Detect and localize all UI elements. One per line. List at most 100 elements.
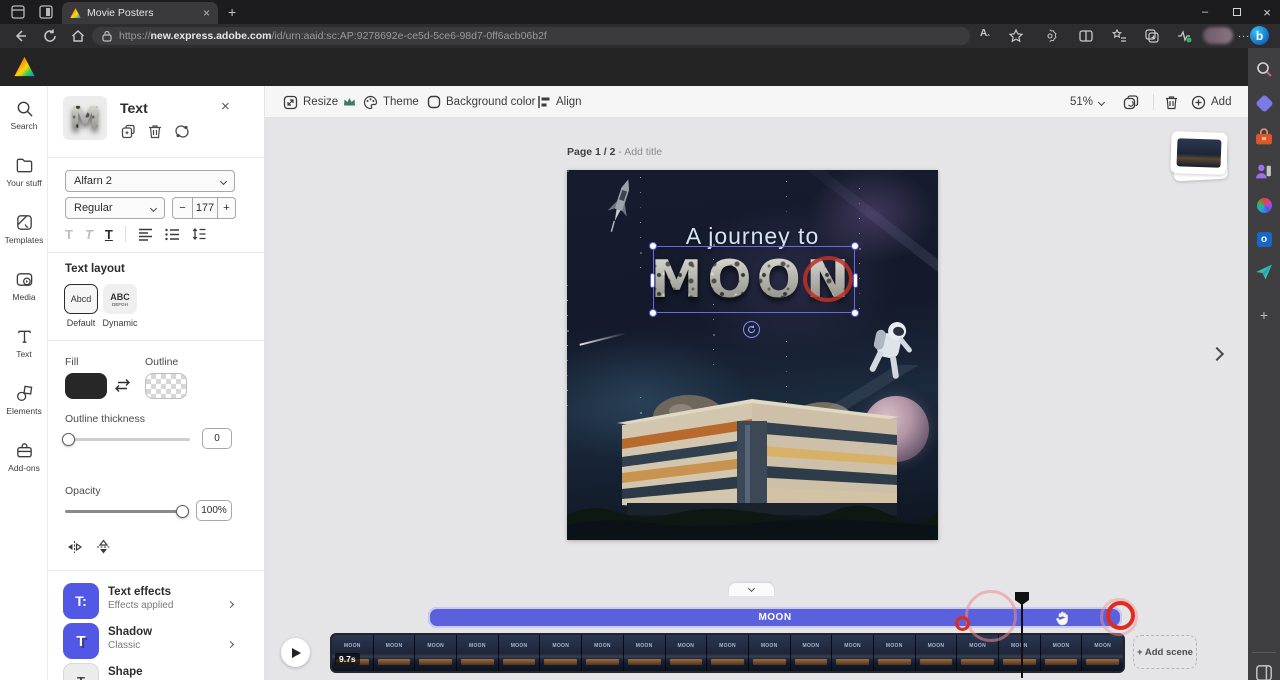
canvas-area[interactable]: Page 1 / 2 - Add title A journey to MOON (265, 118, 1248, 680)
selection-handle-se[interactable] (851, 309, 859, 317)
edge-search-icon[interactable] (1255, 60, 1273, 78)
sidebar-item-add-ons[interactable]: Add-ons (0, 428, 48, 485)
filmstrip-frame[interactable]: MOON (666, 635, 708, 671)
edge-shopping-icon[interactable] (1255, 94, 1273, 112)
font-weight-select[interactable]: Regular (65, 197, 165, 219)
read-aloud-icon[interactable]: A‸ (980, 28, 996, 44)
edge-m365-icon[interactable] (1255, 196, 1273, 214)
filmstrip-frame[interactable]: MOON (749, 635, 791, 671)
layout-default-tile[interactable]: Abcd (64, 284, 98, 314)
filmstrip-frame[interactable]: MOON (457, 635, 499, 671)
next-page-chevron[interactable] (1212, 346, 1222, 364)
filmstrip-frame[interactable]: MOON (582, 635, 624, 671)
underline-button[interactable]: T (105, 227, 113, 242)
sidebar-item-elements[interactable]: Elements (0, 371, 48, 428)
swap-fill-outline-icon[interactable] (114, 378, 131, 393)
filmstrip-frame[interactable]: MOON (415, 635, 457, 671)
favorites-star-icon[interactable] (1008, 28, 1024, 44)
filmstrip-frame[interactable]: MOON (916, 635, 958, 671)
font-size-value[interactable]: 177 (192, 198, 218, 218)
page-indicator[interactable]: Page 1 / 2 - Add title (567, 146, 662, 158)
filmstrip-frame[interactable]: MOON (1082, 635, 1124, 671)
font-size-decrease-button[interactable]: − (173, 198, 192, 218)
fill-color-swatch[interactable] (65, 373, 107, 399)
sidebar-item-search[interactable]: Search (0, 86, 48, 143)
font-family-select[interactable]: Alfarn 2 (65, 170, 235, 192)
selection-handle-w[interactable] (650, 273, 655, 288)
browser-essentials-icon[interactable] (1176, 28, 1192, 44)
tab-actions-icon[interactable] (38, 4, 54, 20)
tab-close-icon[interactable]: × (203, 7, 210, 19)
sidebar-item-your-stuff[interactable]: Your stuff (0, 143, 48, 200)
delete-page-icon[interactable] (1165, 95, 1178, 110)
playhead-line[interactable] (1021, 597, 1023, 678)
edge-people-icon[interactable] (1255, 162, 1273, 180)
adobe-express-logo[interactable] (14, 56, 35, 77)
align-text-icon[interactable] (138, 228, 153, 241)
sidebar-item-text[interactable]: Text (0, 314, 48, 371)
flip-vertical-icon[interactable] (96, 539, 111, 555)
background-color-button[interactable]: Background color (427, 86, 536, 118)
filmstrip-frame[interactable]: MOON (374, 635, 416, 671)
sidebar-item-media[interactable]: Media (0, 257, 48, 314)
line-spacing-icon[interactable] (192, 227, 206, 241)
theme-button[interactable]: Theme (363, 86, 419, 118)
edge-add-icon[interactable]: + (1255, 306, 1273, 324)
filmstrip-frame[interactable]: MOON (999, 635, 1041, 671)
resize-button[interactable]: Resize (283, 86, 356, 118)
sidebar-item-templates[interactable]: Templates (0, 200, 48, 257)
profile-avatar[interactable] (1203, 27, 1233, 44)
poster-page[interactable]: A journey to MOON (567, 170, 938, 540)
duplicate-icon[interactable] (121, 124, 136, 139)
delete-icon[interactable] (148, 124, 162, 139)
browser-tab[interactable]: Movie Posters × (62, 2, 218, 24)
selection-handle-e[interactable] (853, 273, 858, 288)
opacity-slider[interactable] (65, 510, 182, 513)
extensions-icon[interactable] (1042, 28, 1058, 44)
rotate-handle[interactable] (743, 321, 760, 338)
selection-handle-sw[interactable] (649, 309, 657, 317)
edge-outlook-icon[interactable]: o (1255, 230, 1273, 248)
italic-button[interactable]: T (85, 227, 93, 242)
opacity-knob[interactable] (176, 505, 189, 518)
outline-color-swatch[interactable] (145, 373, 187, 399)
animate-icon[interactable] (174, 124, 190, 139)
window-maximize-button[interactable] (1222, 0, 1252, 24)
back-icon[interactable] (12, 28, 28, 44)
play-button[interactable] (281, 638, 310, 667)
new-tab-button[interactable]: + (228, 4, 236, 20)
add-scene-button[interactable]: + Add scene (1133, 635, 1197, 669)
filmstrip-frame[interactable]: MOON (707, 635, 749, 671)
collections-icon[interactable] (1112, 28, 1128, 44)
selection-handle-nw[interactable] (649, 242, 657, 250)
refresh-icon[interactable] (42, 28, 58, 44)
edge-settings-panel-icon[interactable] (1255, 664, 1273, 680)
filmstrip-frame[interactable]: MOON (791, 635, 833, 671)
timeline-collapse-button[interactable] (729, 583, 774, 596)
url-bar[interactable]: https://new.express.adobe.com/id/urn:aai… (92, 27, 970, 45)
filmstrip-frame[interactable]: MOON (624, 635, 666, 671)
filmstrip-frame[interactable]: MOON (499, 635, 541, 671)
workspaces-icon[interactable] (10, 4, 26, 20)
pages-icon[interactable] (1123, 95, 1139, 110)
window-minimize-button[interactable]: – (1190, 0, 1220, 24)
outline-thickness-knob[interactable] (62, 433, 75, 446)
shadow-row[interactable]: T Shadow Classic (48, 623, 265, 663)
filmstrip-frame[interactable]: MOON (874, 635, 916, 671)
outline-thickness-input[interactable] (202, 428, 232, 449)
filmstrip-frame[interactable]: MOON (540, 635, 582, 671)
shape-row[interactable]: T Shape (48, 663, 265, 680)
add-page-button[interactable]: Add (1191, 86, 1231, 118)
layout-dynamic-tile[interactable]: ABC DEFGH (103, 284, 137, 314)
filmstrip-frame[interactable]: MOON (1041, 635, 1083, 671)
timeline-text-track[interactable]: MOON (428, 607, 1122, 628)
filmstrip[interactable]: MOONMOONMOONMOONMOONMOONMOONMOONMOONMOON… (330, 633, 1125, 673)
split-screen-icon[interactable] (1078, 28, 1094, 44)
selection-handle-ne[interactable] (851, 242, 859, 250)
home-icon[interactable] (70, 28, 86, 44)
opacity-input[interactable] (196, 500, 232, 521)
text-effects-row[interactable]: T: Text effects Effects applied (48, 583, 265, 623)
font-size-increase-button[interactable]: + (218, 198, 235, 218)
flip-horizontal-icon[interactable] (66, 540, 83, 554)
add-to-collection-icon[interactable] (1144, 28, 1160, 44)
